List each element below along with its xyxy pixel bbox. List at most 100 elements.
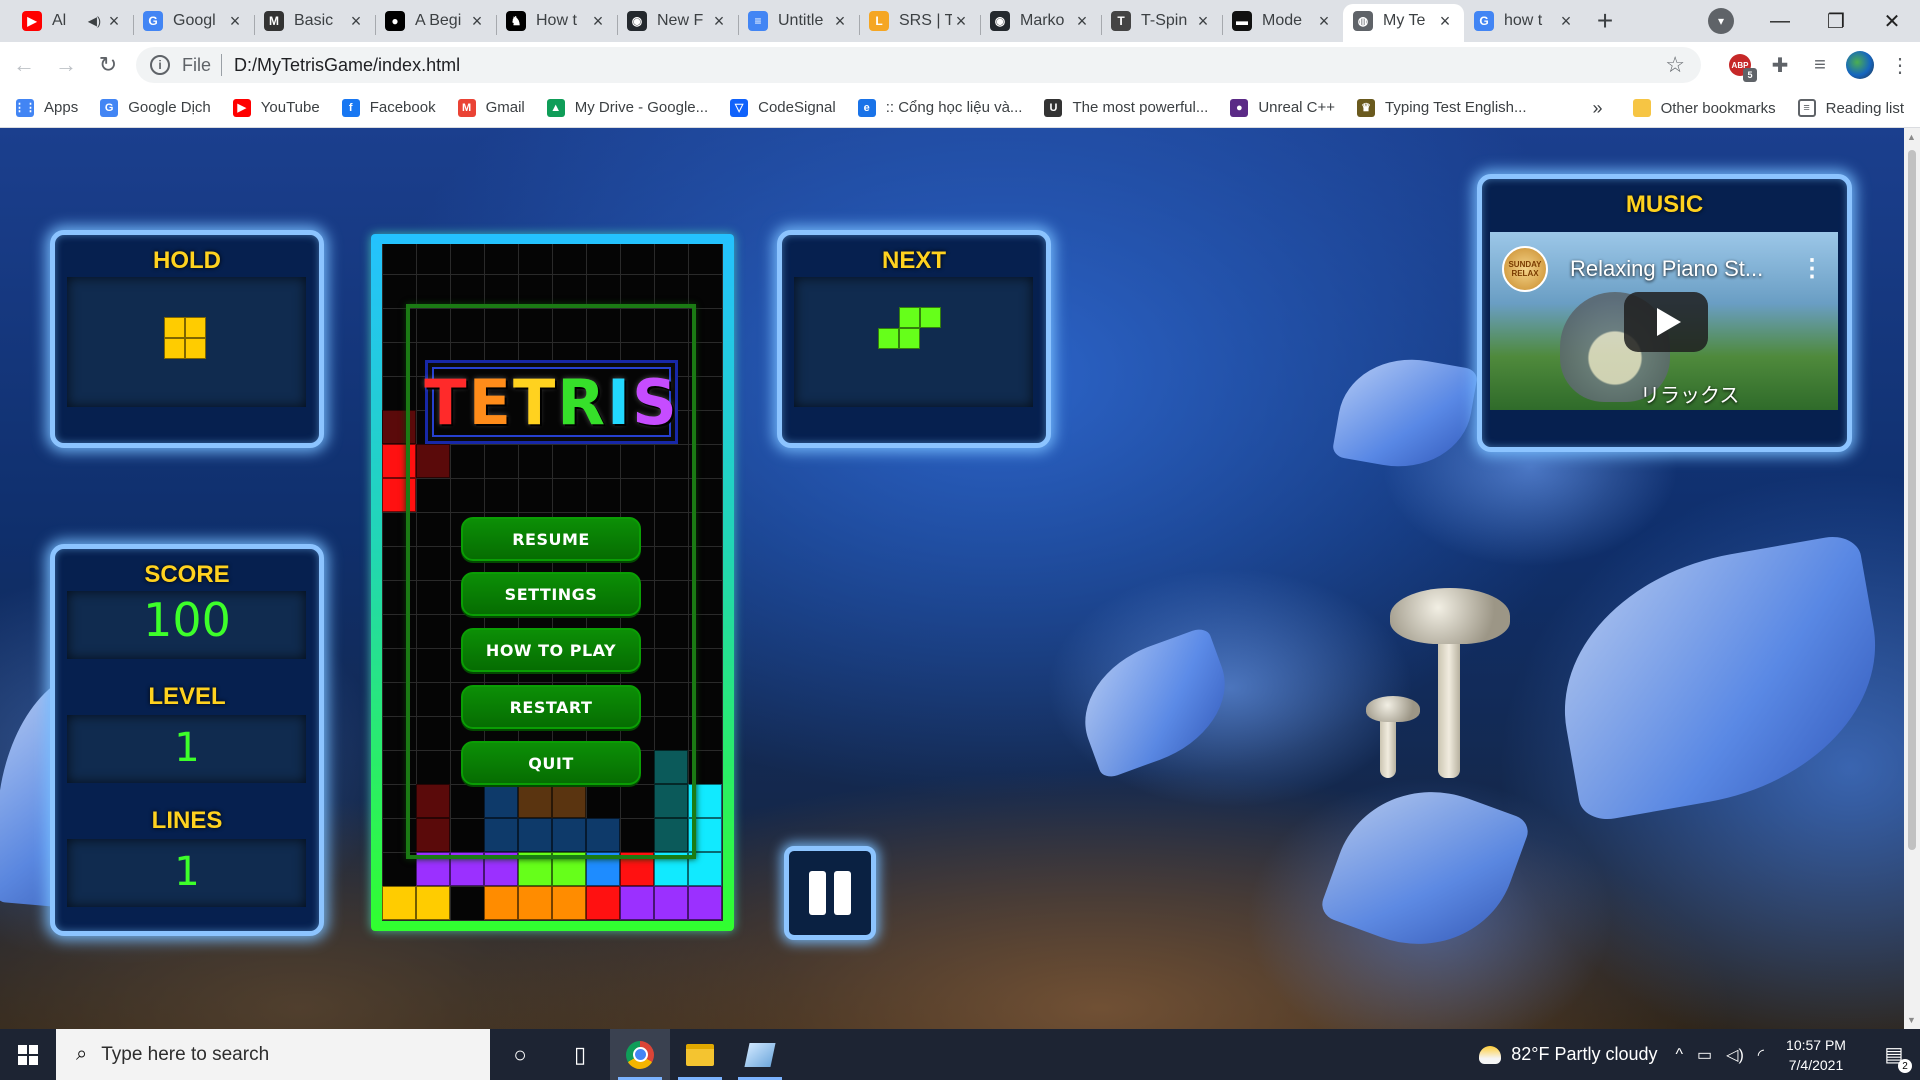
tab-audio-icon[interactable]: ◀)	[88, 14, 101, 28]
tab-search-icon[interactable]: ▾	[1708, 8, 1734, 34]
tab-close-icon[interactable]: ×	[952, 11, 970, 32]
scrollbar-thumb[interactable]	[1908, 150, 1916, 850]
weather-widget[interactable]: 82°F Partly cloudy	[1479, 1044, 1658, 1065]
address-bar[interactable]: i File D:/MyTetrisGame/index.html ☆	[136, 47, 1701, 83]
scroll-down-icon[interactable]: ▼	[1907, 1015, 1916, 1025]
tab-close-icon[interactable]: ×	[1194, 11, 1212, 32]
tab-close-icon[interactable]: ×	[468, 11, 486, 32]
browser-tab[interactable]: G Googl ×	[133, 4, 254, 42]
back-arrow-icon[interactable]: ←	[6, 47, 42, 83]
volume-icon[interactable]: ◁)	[1726, 1045, 1744, 1065]
browser-menu-icon[interactable]: ⋮	[1880, 53, 1920, 78]
restart-button[interactable]: RESTART	[461, 685, 641, 729]
tab-close-icon[interactable]: ×	[105, 11, 123, 32]
tab-close-icon[interactable]: ×	[710, 11, 728, 32]
tab-close-icon[interactable]: ×	[1315, 11, 1333, 32]
youtube-video-embed[interactable]: SUNDAY RELAX Relaxing Piano St... ⋮ リラック…	[1490, 232, 1838, 410]
browser-tab[interactable]: ♞ How t ×	[496, 4, 617, 42]
battery-icon[interactable]: ▭	[1697, 1045, 1712, 1065]
tab-close-icon[interactable]: ×	[589, 11, 607, 32]
browser-tab[interactable]: ≡ Untitle ×	[738, 4, 859, 42]
taskbar-search-box[interactable]: ⌕ Type here to search	[56, 1029, 490, 1080]
bookmark-item[interactable]: ▽ CodeSignal	[730, 98, 836, 117]
pause-button[interactable]	[784, 846, 876, 940]
tab-close-icon[interactable]: ×	[1073, 11, 1091, 32]
reload-icon[interactable]: ↻	[90, 47, 126, 83]
browser-tab[interactable]: ◉ Marko ×	[980, 4, 1101, 42]
clock-date: 7/4/2021	[1788, 1056, 1844, 1073]
bookmark-item[interactable]: M Gmail	[457, 98, 525, 117]
tab-close-icon[interactable]: ×	[831, 11, 849, 32]
task-view-icon[interactable]: ▯	[550, 1029, 610, 1080]
browser-tab[interactable]: ◉ New F ×	[617, 4, 738, 42]
tab-close-icon[interactable]: ×	[1436, 11, 1454, 32]
file-explorer-icon[interactable]	[670, 1029, 730, 1080]
bookmarks-bar: ⋮⋮ Apps G Google Dịch ▶ YouTube f Facebook M Gmai…	[0, 88, 1920, 128]
browser-tab[interactable]: M Basic ×	[254, 4, 375, 42]
bookmark-item[interactable]: f Facebook	[341, 98, 436, 117]
resume-button[interactable]: RESUME	[461, 517, 641, 561]
notes-app-icon[interactable]	[730, 1029, 790, 1080]
forward-arrow-icon[interactable]: →	[48, 47, 84, 83]
adblock-extension-icon[interactable]: ABP 5	[1720, 54, 1760, 82]
bookmark-star-icon[interactable]: ☆	[1665, 52, 1685, 78]
tab-close-icon[interactable]: ×	[347, 11, 365, 32]
quit-button[interactable]: QUIT	[461, 741, 641, 785]
browser-tab[interactable]: ▶ Al ◀) ×	[12, 4, 133, 42]
browser-tab[interactable]: ▬ Mode ×	[1222, 4, 1343, 42]
video-title[interactable]: Relaxing Piano St...	[1570, 256, 1763, 282]
site-info-icon[interactable]: i	[150, 55, 170, 75]
minimize-icon[interactable]: —	[1752, 10, 1808, 33]
tab-title: SRS | T	[899, 12, 952, 29]
bookmarks-overflow-button[interactable]: »	[1593, 98, 1603, 119]
bookmark-label: CodeSignal	[758, 99, 836, 116]
browser-tab[interactable]: ● A Begi ×	[375, 4, 496, 42]
start-button[interactable]	[0, 1029, 56, 1080]
tab-close-icon[interactable]: ×	[226, 11, 244, 32]
bookmark-item[interactable]: ▶ YouTube	[232, 98, 320, 117]
media-control-icon[interactable]: ≡	[1800, 54, 1840, 77]
browser-tab[interactable]: L SRS | T ×	[859, 4, 980, 42]
clock[interactable]: 10:57 PM 7/4/2021	[1778, 1035, 1854, 1075]
profile-avatar[interactable]	[1840, 51, 1880, 79]
browser-tab[interactable]: T T-Spin ×	[1101, 4, 1222, 42]
bookmark-item[interactable]: ♛ Typing Test English...	[1357, 98, 1527, 117]
bookmark-item[interactable]: U The most powerful...	[1044, 98, 1208, 117]
bookmark-item[interactable]: ⋮⋮ Apps	[14, 98, 78, 117]
piece-block	[920, 307, 941, 328]
channel-avatar[interactable]: SUNDAY RELAX	[1502, 246, 1548, 292]
windows-taskbar: ⌕ Type here to search ○ ▯ 82°F Partly cl…	[0, 1029, 1920, 1080]
extensions-puzzle-icon[interactable]: ✚	[1760, 53, 1800, 78]
cortana-icon[interactable]: ○	[490, 1029, 550, 1080]
bookmark-item[interactable]: ● Unreal C++	[1230, 98, 1335, 117]
browser-tab[interactable]: ◍ My Te ×	[1343, 4, 1464, 42]
tspin-icon: T	[1111, 11, 1131, 31]
taskbar-search-placeholder: Type here to search	[101, 1043, 270, 1065]
bookmark-item[interactable]: ▲ My Drive - Google...	[546, 98, 708, 117]
butterfly-decoration	[1331, 347, 1479, 479]
page-scrollbar[interactable]: ▲ ▼	[1904, 128, 1920, 1029]
browser-tab[interactable]: Ghow t ×	[1464, 4, 1585, 42]
settings-button[interactable]: SETTINGS	[461, 572, 641, 616]
close-window-icon[interactable]: ✕	[1864, 9, 1920, 34]
how-to-play-button[interactable]: HOW TO PLAY	[461, 628, 641, 672]
chrome-taskbar-icon[interactable]	[610, 1029, 670, 1080]
butterfly-decoration	[1065, 625, 1245, 781]
system-tray: 82°F Partly cloudy ^ ▭ ◁) ◜ 10:57 PM 7/4…	[1479, 1029, 1920, 1080]
video-more-icon[interactable]: ⋮	[1800, 254, 1824, 283]
bookmark-item[interactable]: e:: Cổng học liệu và...	[857, 98, 1022, 117]
scroll-up-icon[interactable]: ▲	[1907, 132, 1916, 142]
typing-test-icon: ♛	[1357, 98, 1376, 117]
lines-label: LINES	[151, 807, 223, 834]
other-bookmarks-folder[interactable]: Other bookmarks	[1632, 99, 1776, 117]
chevron-up-icon[interactable]: ^	[1676, 1046, 1684, 1064]
notification-center-icon[interactable]: ▤ 2	[1874, 1042, 1914, 1073]
new-tab-button[interactable]: +	[1585, 4, 1625, 42]
md-icon: M	[264, 11, 284, 31]
reading-list-button[interactable]: ≡ Reading list	[1797, 99, 1904, 117]
restore-icon[interactable]: ❐	[1808, 9, 1864, 34]
wifi-icon[interactable]: ◜	[1758, 1045, 1764, 1065]
bookmark-item[interactable]: G Google Dịch	[100, 98, 211, 117]
tab-close-icon[interactable]: ×	[1557, 11, 1575, 32]
video-play-icon[interactable]	[1624, 292, 1708, 352]
